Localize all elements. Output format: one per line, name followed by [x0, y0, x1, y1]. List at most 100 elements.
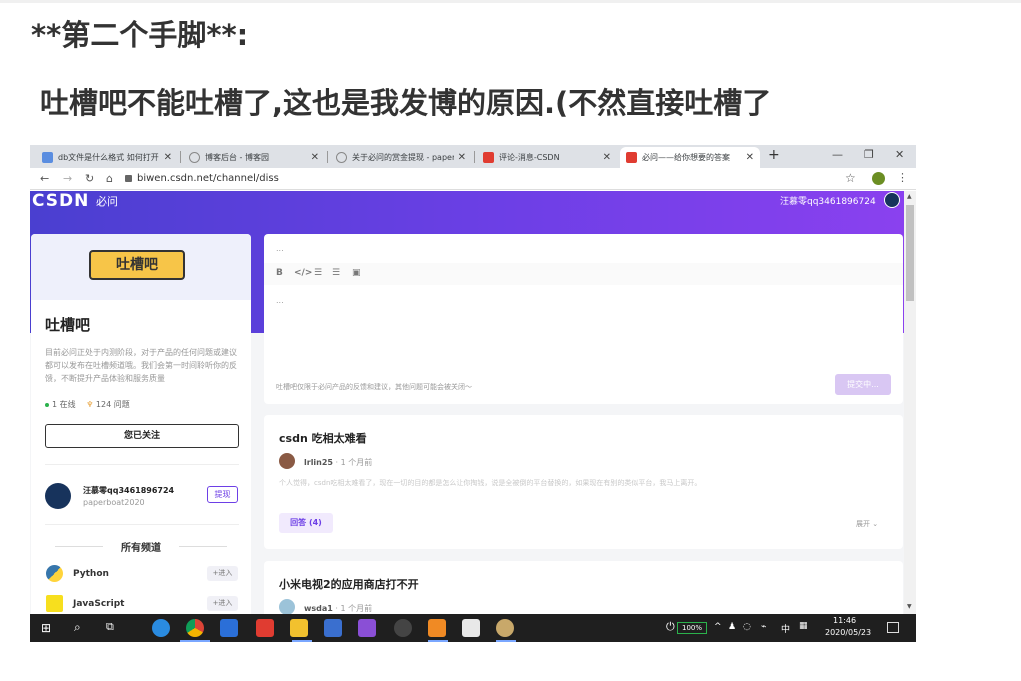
- header-username[interactable]: 汪慕零qq3461896724: [780, 194, 876, 207]
- enter-channel-button[interactable]: +进入: [207, 566, 238, 581]
- notification-icon[interactable]: [887, 622, 899, 633]
- tab-separator: [327, 151, 328, 163]
- reload-icon[interactable]: ↻: [85, 172, 94, 185]
- post-meta: wsda1 · 1 个月前: [304, 603, 372, 614]
- ime-indicator[interactable]: 中: [781, 622, 790, 635]
- scroll-thumb[interactable]: [906, 205, 914, 301]
- chevron-up-icon[interactable]: ^: [714, 622, 722, 632]
- notepad-icon[interactable]: [462, 619, 480, 637]
- expand-button[interactable]: 展开 ⌄: [856, 519, 878, 529]
- divider: [45, 464, 239, 465]
- visual-studio-icon[interactable]: [358, 619, 376, 637]
- edge-icon[interactable]: [152, 619, 170, 637]
- wifi-icon[interactable]: ◌: [743, 622, 751, 632]
- list-item[interactable]: csdn 吃相太难看 lrlin25 · 1 个月前 个人觉得，csdn吃相太难…: [264, 415, 903, 549]
- close-icon[interactable]: ✕: [458, 152, 466, 163]
- submit-button[interactable]: 提交中...: [835, 374, 891, 395]
- tab-biwen[interactable]: 必问——给你想要的答案 ✕: [620, 147, 760, 168]
- channel-name-python[interactable]: Python: [73, 569, 109, 579]
- app-icon[interactable]: [394, 619, 412, 637]
- close-icon[interactable]: ✕: [603, 152, 611, 163]
- post-author[interactable]: lrlin25: [304, 458, 333, 467]
- post-title[interactable]: csdn 吃相太难看: [279, 430, 367, 446]
- back-icon[interactable]: ←: [40, 172, 49, 185]
- code-icon[interactable]: </>: [294, 268, 312, 278]
- online-count: 1 在线: [52, 400, 76, 409]
- close-icon[interactable]: ✕: [746, 152, 754, 163]
- cnblogs-favicon-icon: [336, 152, 347, 163]
- post-time: · 1 个月前: [335, 604, 373, 613]
- owner-name[interactable]: 汪慕零qq3461896724: [83, 485, 174, 496]
- close-icon[interactable]: ✕: [311, 152, 319, 163]
- post-author[interactable]: wsda1: [304, 604, 333, 613]
- csdn-logo[interactable]: CSDN: [32, 191, 89, 211]
- content-input[interactable]: ...: [276, 296, 284, 305]
- withdraw-button[interactable]: 提现: [207, 486, 238, 503]
- tab-separator: [474, 151, 475, 163]
- title-input[interactable]: ...: [276, 244, 284, 253]
- forward-icon[interactable]: →: [63, 172, 72, 185]
- minimize-icon[interactable]: —: [832, 148, 843, 161]
- biwen-logo-text: 必问: [96, 195, 118, 208]
- browser-screenshot: db文件是什么格式 如何打开 ✕ 博客后台 - 博客园 ✕ 关于必问的赏金提现 …: [30, 145, 916, 642]
- tab-cnblogs[interactable]: 博客后台 - 博客园 ✕: [183, 147, 325, 168]
- avatar[interactable]: [45, 483, 71, 509]
- image-icon[interactable]: ▣: [352, 268, 361, 278]
- word-icon[interactable]: [220, 619, 238, 637]
- csdn-app-icon[interactable]: [256, 619, 274, 637]
- unordered-list-icon[interactable]: ☰: [332, 268, 340, 278]
- task-view-icon[interactable]: ⧉: [106, 620, 114, 634]
- network-icon[interactable]: ⌁: [761, 622, 766, 632]
- more-menu-icon[interactable]: ⋮: [897, 171, 908, 184]
- csdn-favicon-icon: [626, 152, 637, 163]
- channel-banner: 吐槽吧: [31, 234, 251, 300]
- clock-time[interactable]: 11:46: [833, 616, 856, 625]
- post-excerpt: 个人觉得，csdn吃相太难看了，现在一切的目的都是怎么让你掏钱，说是全被倒的平台…: [279, 479, 702, 487]
- avatar[interactable]: [884, 192, 900, 208]
- tab-title: 评论-消息-CSDN: [499, 153, 560, 162]
- page-scrollbar[interactable]: ▲ ▼: [904, 191, 916, 614]
- tab-csdn-comments[interactable]: 评论-消息-CSDN ✕: [477, 147, 617, 168]
- python-icon: [46, 565, 63, 582]
- tab-db-file[interactable]: db文件是什么格式 如何打开 ✕: [36, 147, 178, 168]
- bold-icon[interactable]: B: [276, 268, 283, 278]
- close-window-icon[interactable]: ✕: [895, 148, 904, 161]
- url-input[interactable]: biwen.csdn.net/channel/diss: [137, 173, 279, 184]
- home-icon[interactable]: ⌂: [106, 172, 113, 185]
- post-title[interactable]: 小米电视2的应用商店打不开: [279, 576, 419, 592]
- follow-button[interactable]: 您已关注: [45, 424, 239, 448]
- scroll-up-icon[interactable]: ▲: [907, 193, 912, 200]
- csdn-favicon-icon: [483, 152, 494, 163]
- screenshot-tool-icon[interactable]: [324, 619, 342, 637]
- scroll-down-icon[interactable]: ▼: [907, 603, 912, 610]
- tab-title: db文件是什么格式 如何打开: [58, 153, 159, 162]
- bookmark-star-icon[interactable]: ☆: [845, 171, 856, 185]
- avatar[interactable]: [279, 599, 295, 614]
- restore-icon[interactable]: ❐: [864, 148, 874, 161]
- online-dot-icon: [45, 402, 49, 407]
- new-tab-button[interactable]: +: [768, 147, 780, 163]
- reply-count-button[interactable]: 回答 (4): [279, 513, 333, 533]
- clock-date[interactable]: 2020/05/23: [825, 628, 871, 637]
- app-icon[interactable]: [428, 619, 446, 637]
- chrome-icon[interactable]: [186, 619, 204, 637]
- file-explorer-icon[interactable]: [290, 619, 308, 637]
- post-time: · 1 个月前: [335, 458, 373, 467]
- windows-start-icon[interactable]: ⊞: [41, 621, 51, 635]
- close-icon[interactable]: ✕: [164, 152, 172, 163]
- app-icon[interactable]: [496, 619, 514, 637]
- question-count: 124 问题: [95, 400, 130, 409]
- keyboard-icon[interactable]: ▦: [799, 621, 808, 631]
- battery-indicator[interactable]: 100%: [677, 622, 707, 634]
- search-icon[interactable]: ⌕: [74, 620, 81, 635]
- profile-avatar[interactable]: [872, 172, 885, 185]
- list-item[interactable]: 小米电视2的应用商店打不开 wsda1 · 1 个月前: [264, 561, 903, 614]
- enter-channel-button[interactable]: +进入: [207, 596, 238, 611]
- ordered-list-icon[interactable]: ☰: [314, 268, 322, 278]
- web-page: CSDN 必问 汪慕零qq3461896724 吐槽吧 吐槽吧 目前必问正处于内…: [30, 191, 904, 614]
- tray-icon[interactable]: ♟: [728, 622, 736, 632]
- tab-bounty[interactable]: 关于必问的赏金提现 - paper ✕: [330, 147, 472, 168]
- active-app-indicator: [292, 640, 312, 642]
- avatar[interactable]: [279, 453, 295, 469]
- channel-name-javascript[interactable]: JavaScript: [73, 599, 124, 609]
